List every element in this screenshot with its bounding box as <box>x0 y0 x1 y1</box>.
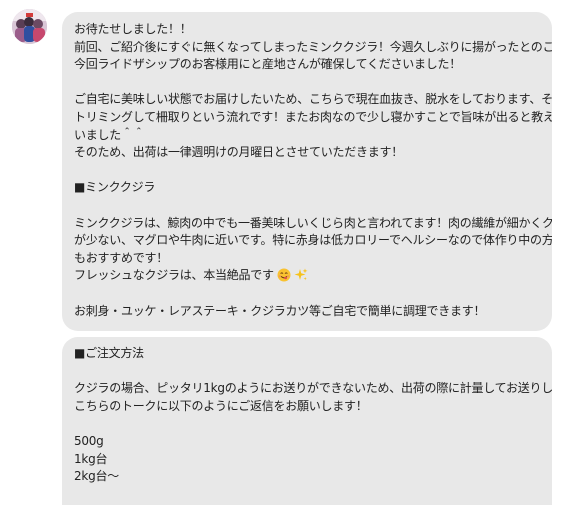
message-text-line: もおすすめです！ <box>74 250 169 265</box>
message-text-line: が少ない、マグロや牛肉に近いです。特に赤身は低カロリーでヘルシーなので体作り中の… <box>74 233 552 248</box>
message-bubble[interactable]: ■ご注文方法 クジラの場合、ピッタリ1kgのようにお送りができないため、出荷の際… <box>62 337 552 505</box>
message-text-line: そのため、出荷は一律週明けの月曜日とさせていただきます！ <box>74 145 404 160</box>
avatar[interactable] <box>12 9 47 44</box>
message-text-line: 今回ライドザシップのお客様用にと産地さんが確保してくださいました！ <box>74 57 462 72</box>
avatar-photo-icon <box>12 9 47 44</box>
message-text-line: いました＾＾ <box>74 127 145 142</box>
message-text: フレッシュなクジラは、本当絶品です <box>74 268 274 283</box>
message-text-line: お刺身・ユッケ・レアステーキ・クジラカツ等ご自宅で簡単に調理できます！ <box>74 303 486 318</box>
message-text-line: 1kg台 <box>74 451 108 466</box>
sparkles-emoji-icon <box>294 268 308 288</box>
message-text-line: お待たせしました！！ <box>74 22 192 36</box>
message-text-line: ご自宅に美味しい状態でお届けしたいため、こちらで現在血抜き、脱水をしております、… <box>74 92 552 107</box>
message-text-line: 2kg台〜 <box>74 469 119 484</box>
message-text-line: クジラの場合、ピッタリ1kgのようにお送りができないため、出荷の際に計量してお送… <box>74 381 552 396</box>
message-text-line-with-emoji: フレッシュなクジラは、本当絶品です <box>74 267 552 285</box>
message-text-line: ミンククジラは、鯨肉の中でも一番美味しいくじら肉と言われてます！肉の繊維が細かく… <box>74 215 552 230</box>
message-text-line: トリミングして柵取りという流れです！またお肉なので少し寝かすことで旨味が出ると教… <box>74 109 552 124</box>
message-text-line: 500g <box>74 433 104 448</box>
message-bubble[interactable]: お待たせしました！！ 前回、ご紹介後にすぐに無くなってしまったミンククジラ！今週… <box>62 12 552 331</box>
yum-face-emoji-icon <box>277 268 291 288</box>
message-text-line: こちらのトークに以下のようにご返信をお願いします！ <box>74 398 368 413</box>
section-heading: ■ミンククジラ <box>74 180 156 195</box>
message-text-line: 前回、ご紹介後にすぐに無くなってしまったミンククジラ！今週久しぶりに揚がったとの… <box>74 39 552 54</box>
section-heading: ■ご注文方法 <box>74 346 144 360</box>
